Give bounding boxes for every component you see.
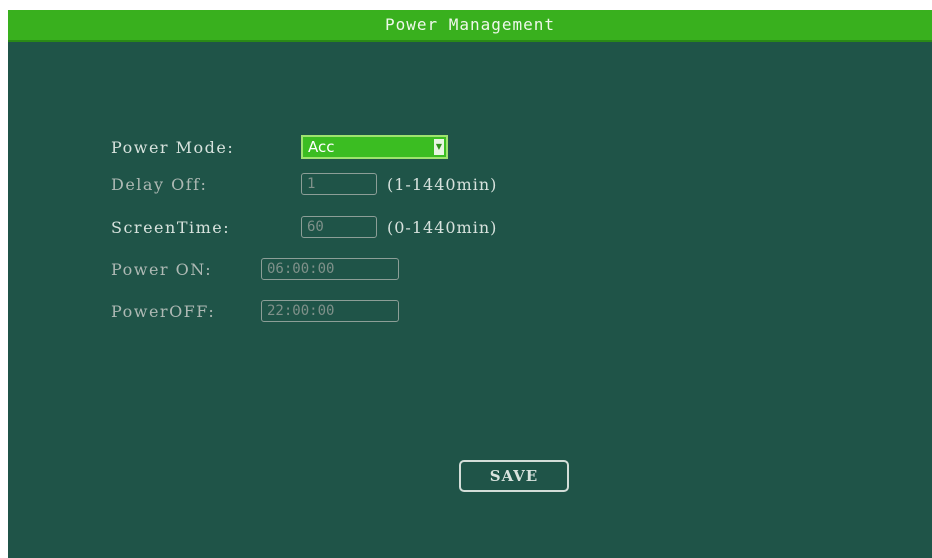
window-title: Power Management: [384, 15, 556, 34]
save-button[interactable]: SAVE: [459, 460, 569, 492]
power-management-screen: Power Management Power Mode: Acc ▼ Delay…: [8, 10, 932, 558]
power-off-time-input[interactable]: 22:00:00: [261, 300, 399, 322]
power-on-time-input[interactable]: 06:00:00: [261, 258, 399, 280]
screen-time-row: ScreenTime: 60 (0-1440min): [111, 215, 591, 241]
screen-time-input[interactable]: 60: [301, 216, 377, 238]
power-mode-row: Power Mode: Acc ▼: [111, 135, 511, 161]
power-on-label: Power ON:: [111, 260, 213, 279]
power-on-row: Power ON: 06:00:00: [111, 257, 411, 283]
delay-off-row: Delay Off: 1 (1-1440min): [111, 172, 591, 198]
power-mode-select[interactable]: Acc ▼: [301, 135, 448, 159]
screen-time-range: (0-1440min): [387, 218, 498, 237]
power-off-label: PowerOFF:: [111, 302, 216, 321]
title-bar: Power Management: [8, 10, 932, 42]
screen-time-label: ScreenTime:: [111, 218, 231, 237]
delay-off-input[interactable]: 1: [301, 173, 377, 195]
dropdown-arrow-icon[interactable]: ▼: [434, 139, 444, 155]
delay-off-label: Delay Off:: [111, 175, 208, 194]
power-mode-label: Power Mode:: [111, 138, 235, 157]
power-mode-value: Acc: [308, 138, 335, 156]
power-off-row: PowerOFF: 22:00:00: [111, 299, 411, 325]
delay-off-range: (1-1440min): [387, 175, 498, 194]
